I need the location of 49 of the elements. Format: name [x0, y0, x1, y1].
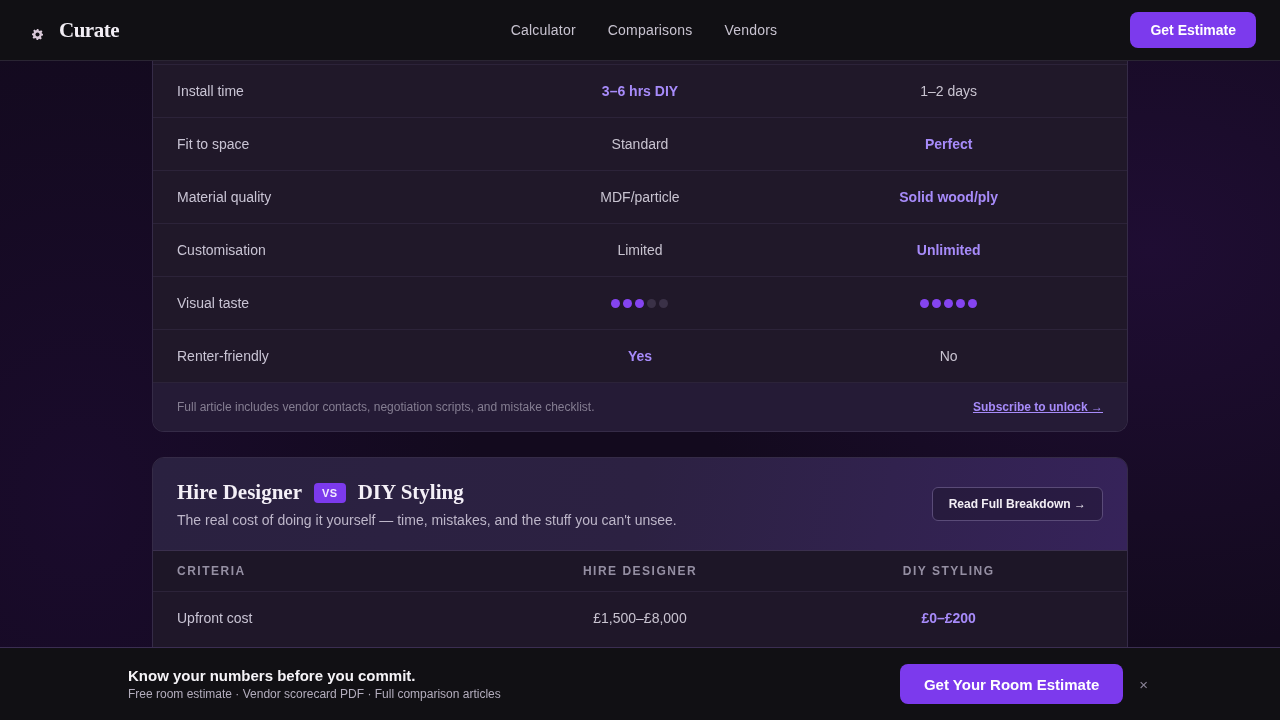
table-cell: Unlimited: [916, 242, 981, 258]
close-button[interactable]: ×: [1135, 675, 1152, 693]
table-cell: 3–6 hrs DIY: [601, 83, 679, 99]
criteria-label: Visual taste: [177, 295, 250, 311]
table-cell: Limited: [617, 242, 663, 258]
comparison-title: DIY Styling: [357, 480, 464, 505]
dot-icon: [932, 298, 942, 308]
banner-title: Know your numbers before you commit.: [128, 667, 417, 684]
table-cell: 1–2 days: [920, 83, 978, 99]
criteria-label: Upfront cost: [177, 610, 253, 626]
comparison-subtitle: The real cost of doing it yourself — time, mistakes, and the stuff you can't unsee.: [177, 512, 677, 528]
logo-text: Curate: [59, 17, 119, 43]
dot-icon: [647, 298, 657, 308]
table-cell: Solid wood/ply: [899, 189, 999, 205]
get-estimate-button[interactable]: Get Estimate: [1130, 12, 1256, 48]
dot-icon: [944, 298, 954, 308]
read-breakdown-button[interactable]: Read Full Breakdown →: [931, 487, 1103, 521]
table-cell: Yes: [627, 348, 653, 364]
room-estimate-button[interactable]: Get Your Room Estimate: [899, 664, 1124, 704]
table-cell: Perfect: [924, 136, 973, 152]
dot-icon: [635, 298, 645, 308]
criteria-label: Install time: [177, 83, 244, 99]
table-cell: Standard: [611, 136, 669, 152]
table-cell: No: [939, 348, 958, 364]
nav-link[interactable]: Vendors: [724, 22, 778, 38]
nav-link[interactable]: Calculator: [510, 22, 576, 38]
dot-icon: [659, 298, 669, 308]
dot-icon: [968, 298, 978, 308]
table-cell: £1,500–£8,000: [593, 610, 687, 626]
dot-icon: [623, 298, 633, 308]
banner-subtitle: Free room estimate · Vendor scorecard PDF · Full comparison articles: [128, 687, 501, 701]
column-header: CRITERIA: [177, 564, 246, 578]
column-header: HIRE DESIGNER: [582, 564, 698, 578]
subscribe-link[interactable]: Subscribe to unlock →: [972, 400, 1103, 414]
nav-link[interactable]: Comparisons: [607, 22, 693, 38]
dot-icon: [611, 298, 621, 308]
table-cell: MDF/particle: [600, 189, 680, 205]
table-cell: £0–£200: [921, 610, 976, 626]
comparison-title: Hire Designer: [177, 480, 302, 505]
criteria-label: Fit to space: [177, 136, 250, 152]
criteria-label: Renter-friendly: [177, 348, 269, 364]
vs-badge: VS: [314, 482, 346, 503]
criteria-label: Customisation: [177, 242, 266, 258]
dot-icon: [920, 298, 930, 308]
dot-icon: [956, 298, 966, 308]
gear-icon: [32, 29, 43, 40]
criteria-label: Material quality: [177, 189, 272, 205]
footer-note: Full article includes vendor contacts, negotiation scripts, and mistake checklist.: [177, 400, 595, 414]
column-header: DIY STYLING: [902, 564, 995, 578]
